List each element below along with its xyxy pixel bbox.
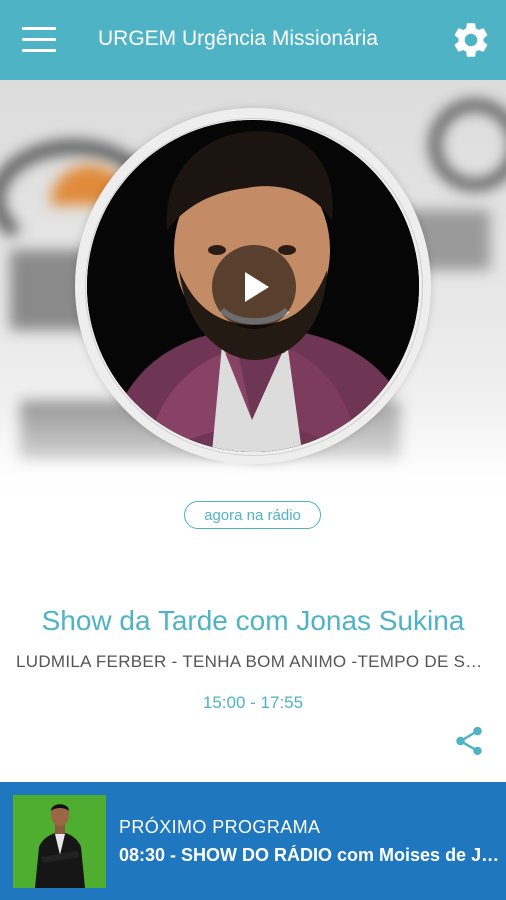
- next-program-label: PRÓXIMO PROGRAMA: [119, 817, 321, 837]
- program-time: 15:00 - 17:55: [202, 693, 304, 712]
- hamburger-menu-icon[interactable]: [22, 27, 56, 53]
- current-track: LUDMILA FERBER - TENHA BOM ANIMO -TEMPO …: [16, 652, 492, 671]
- next-program-bar[interactable]: PRÓXIMO PROGRAMA 08:30 - SHOW DO RÁDIO c…: [0, 782, 506, 900]
- app-bar: URGEM Urgência Missionária: [0, 0, 506, 80]
- app-title: URGEM Urgência Missionária: [98, 27, 379, 50]
- next-program-thumbnail: [13, 795, 106, 888]
- now-on-air-badge: agora na rádio: [184, 501, 321, 529]
- program-title: Show da Tarde com Jonas Sukina: [41, 605, 465, 636]
- gear-icon[interactable]: [450, 19, 492, 61]
- next-program-title: 08:30 - SHOW DO RÁDIO com Moises de Jesu…: [119, 845, 506, 865]
- share-icon[interactable]: [452, 724, 486, 758]
- play-button[interactable]: [212, 245, 296, 329]
